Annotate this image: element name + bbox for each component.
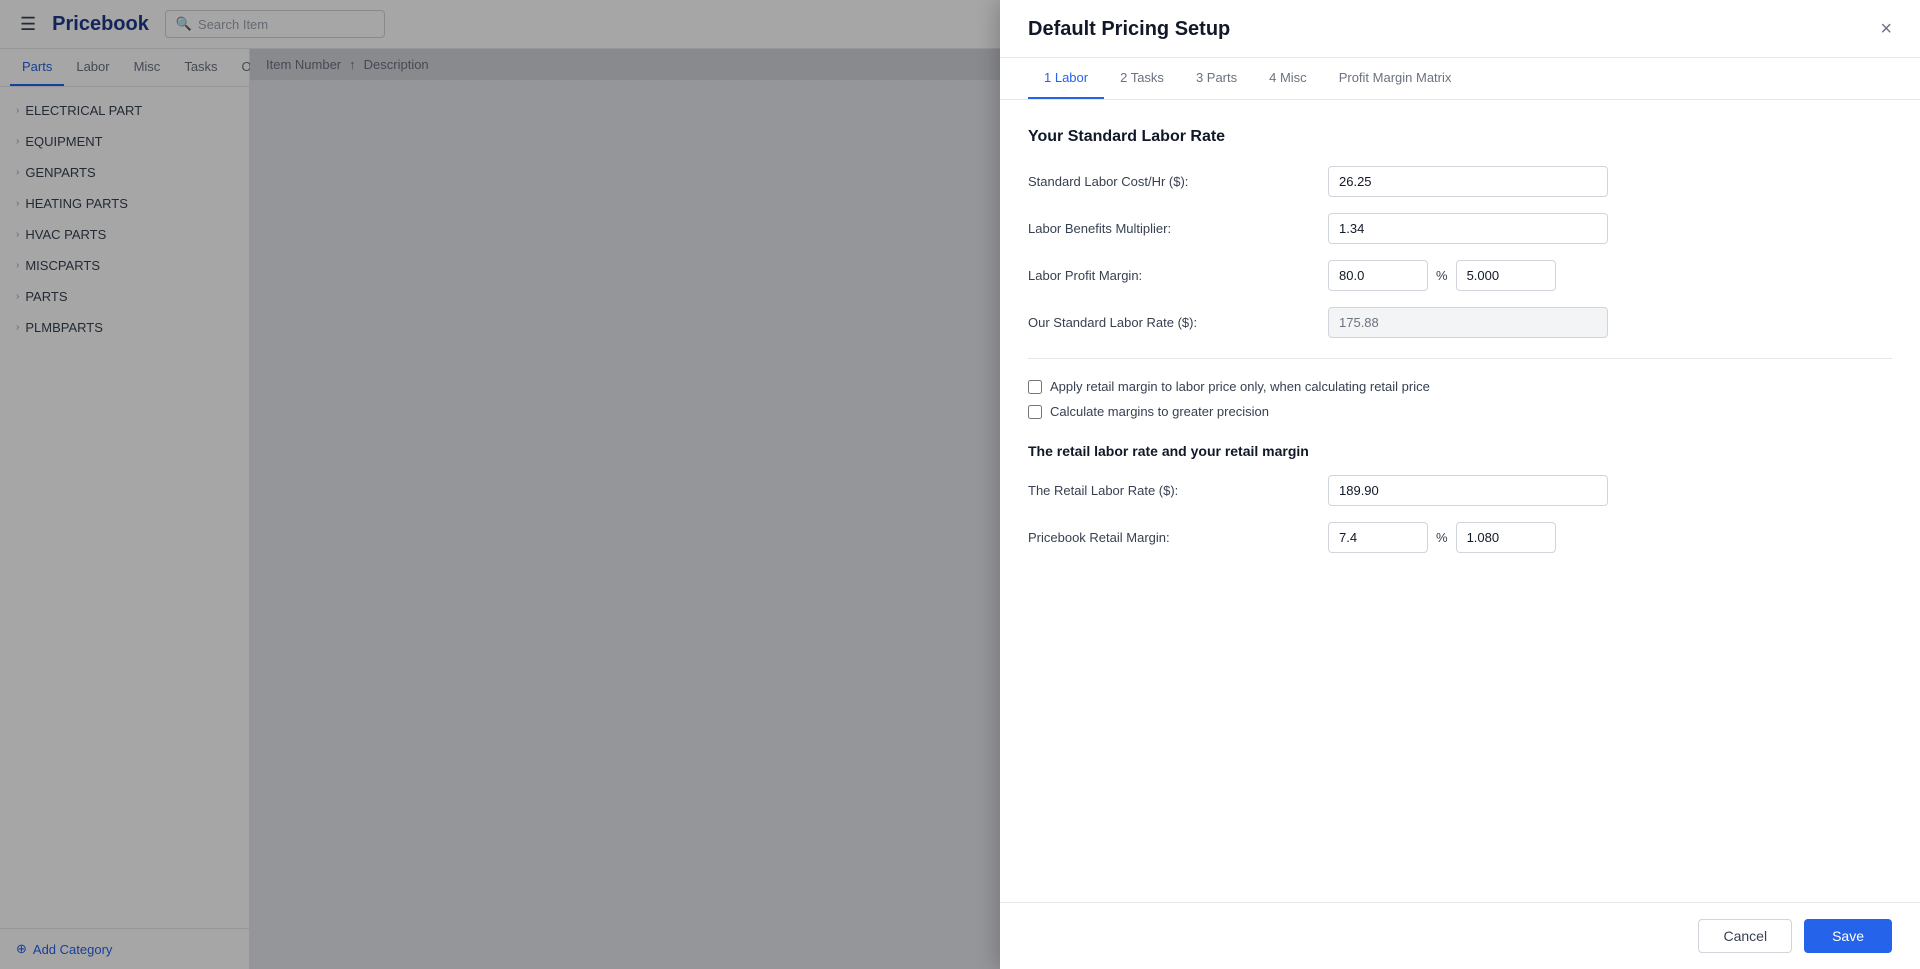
calculate-margins-label: Calculate margins to greater precision — [1050, 404, 1269, 419]
retail-labor-rate-row: The Retail Labor Rate ($): — [1028, 475, 1892, 506]
modal-tab-misc[interactable]: 4 Misc — [1253, 58, 1323, 99]
labor-benefits-label: Labor Benefits Multiplier: — [1028, 221, 1328, 236]
pricebook-retail-margin-row: Pricebook Retail Margin: % — [1028, 522, 1892, 553]
calculate-margins-checkbox[interactable] — [1028, 405, 1042, 419]
modal-title: Default Pricing Setup — [1028, 18, 1230, 41]
pricebook-retail-margin-percent-input[interactable] — [1328, 522, 1428, 553]
checkbox-greater-precision-row: Calculate margins to greater precision — [1028, 404, 1892, 419]
labor-profit-margin-percent-input[interactable] — [1328, 260, 1428, 291]
labor-benefits-row: Labor Benefits Multiplier: — [1028, 213, 1892, 244]
pricebook-retail-margin-multiplier-input[interactable] — [1456, 522, 1556, 553]
percent-sign-2: % — [1436, 530, 1448, 545]
save-button[interactable]: Save — [1804, 919, 1892, 953]
labor-profit-margin-label: Labor Profit Margin: — [1028, 268, 1328, 283]
standard-labor-cost-label: Standard Labor Cost/Hr ($): — [1028, 174, 1328, 189]
modal-tab-profit-margin[interactable]: Profit Margin Matrix — [1323, 58, 1468, 99]
modal-tab-tasks[interactable]: 2 Tasks — [1104, 58, 1180, 99]
subsection-title: The retail labor rate and your retail ma… — [1028, 443, 1892, 459]
standard-labor-cost-row: Standard Labor Cost/Hr ($): — [1028, 166, 1892, 197]
divider — [1028, 358, 1892, 359]
modal-tab-parts[interactable]: 3 Parts — [1180, 58, 1253, 99]
standard-labor-cost-input[interactable] — [1328, 166, 1608, 197]
modal-close-button[interactable]: × — [1880, 18, 1892, 41]
default-pricing-modal: Default Pricing Setup × 1 Labor 2 Tasks … — [1000, 0, 1920, 969]
standard-labor-rate-input — [1328, 307, 1608, 338]
pricebook-retail-margin-label: Pricebook Retail Margin: — [1028, 530, 1328, 545]
modal-tab-labor[interactable]: 1 Labor — [1028, 58, 1104, 99]
cancel-button[interactable]: Cancel — [1698, 919, 1792, 953]
section-title: Your Standard Labor Rate — [1028, 128, 1892, 146]
labor-benefits-input[interactable] — [1328, 213, 1608, 244]
retail-labor-rate-label: The Retail Labor Rate ($): — [1028, 483, 1328, 498]
standard-labor-rate-row: Our Standard Labor Rate ($): — [1028, 307, 1892, 338]
standard-labor-rate-label: Our Standard Labor Rate ($): — [1028, 315, 1328, 330]
labor-profit-margin-row: Labor Profit Margin: % — [1028, 260, 1892, 291]
retail-labor-rate-input[interactable] — [1328, 475, 1608, 506]
labor-profit-margin-multiplier-input[interactable] — [1456, 260, 1556, 291]
checkbox-retail-margin-row: Apply retail margin to labor price only,… — [1028, 379, 1892, 394]
apply-retail-margin-checkbox[interactable] — [1028, 380, 1042, 394]
apply-retail-margin-label: Apply retail margin to labor price only,… — [1050, 379, 1430, 394]
percent-sign-1: % — [1436, 268, 1448, 283]
